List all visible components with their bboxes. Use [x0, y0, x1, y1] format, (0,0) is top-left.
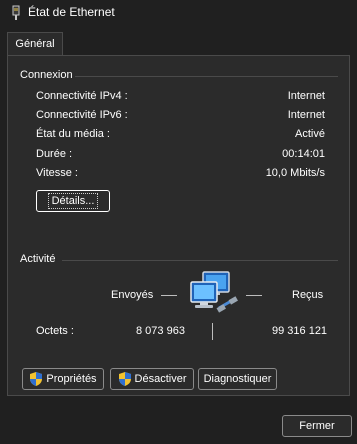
proprietes-button-label: Propriétés: [46, 373, 97, 385]
network-adapter-icon: [12, 5, 20, 20]
ipv4-value: Internet: [287, 90, 325, 102]
diagnostiquer-button-label: Diagnostiquer: [203, 373, 272, 385]
sent-dash: [161, 295, 177, 296]
desactiver-button[interactable]: Désactiver: [110, 368, 194, 390]
details-button[interactable]: Détails...: [36, 190, 110, 212]
octets-sent-value: 8 073 963: [136, 325, 185, 337]
ipv6-value: Internet: [287, 109, 325, 121]
sent-label: Envoyés: [111, 289, 154, 301]
received-label: Reçus: [292, 289, 324, 301]
received-dash: [246, 295, 262, 296]
activity-divider: [212, 323, 213, 340]
duration-value: 00:14:01: [282, 148, 325, 160]
tab-general[interactable]: Général: [7, 32, 63, 56]
window-title: État de Ethernet: [28, 5, 115, 19]
uac-shield-icon: [118, 372, 131, 386]
activite-group-title: Activité: [20, 253, 56, 265]
proprietes-button[interactable]: Propriétés: [22, 368, 104, 390]
fermer-button[interactable]: Fermer: [282, 415, 352, 437]
speed-value: 10,0 Mbits/s: [265, 167, 325, 179]
octets-received-value: 99 316 121: [272, 325, 328, 337]
network-computers-icon: [190, 271, 238, 313]
connexion-group-title: Connexion: [20, 69, 73, 81]
ipv6-label: Connectivité IPv6 :: [36, 109, 128, 121]
diagnostiquer-button[interactable]: Diagnostiquer: [198, 368, 277, 390]
duration-label: Durée :: [36, 148, 73, 160]
ipv4-label: Connectivité IPv4 :: [36, 90, 128, 102]
connexion-group-line: [75, 76, 338, 77]
octets-label: Octets :: [36, 325, 74, 337]
speed-label: Vitesse :: [36, 167, 78, 179]
fermer-button-label: Fermer: [299, 420, 335, 432]
media-state-value: Activé: [295, 128, 325, 140]
activite-group-line: [62, 260, 338, 261]
uac-shield-icon: [30, 372, 43, 386]
media-state-label: État du média :: [36, 128, 110, 140]
tab-panel-general: [7, 55, 350, 396]
title-bar[interactable]: État de Ethernet: [0, 0, 357, 26]
details-button-label: Détails...: [47, 193, 99, 209]
desactiver-button-label: Désactiver: [134, 373, 187, 385]
